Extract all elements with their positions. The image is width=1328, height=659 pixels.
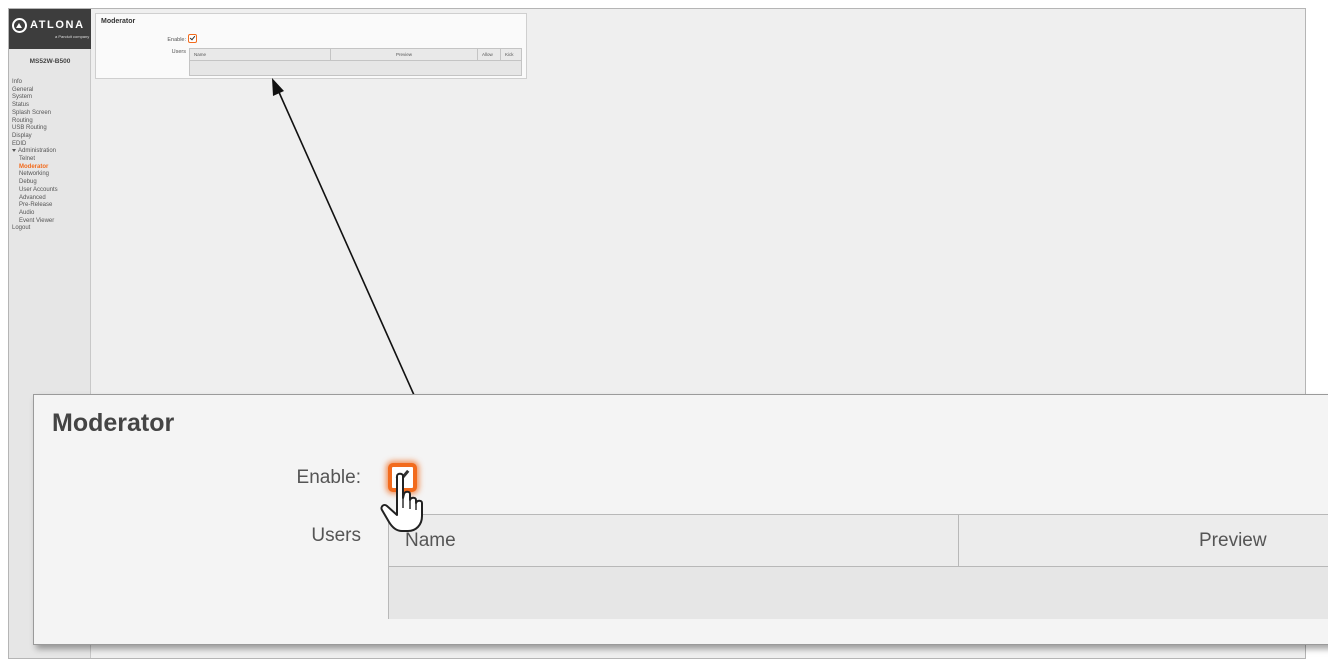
column-header-preview: Preview — [331, 49, 478, 60]
sidebar-item-general[interactable]: General — [12, 87, 58, 95]
sidebar-item-administration[interactable]: Administration — [12, 148, 58, 156]
sidebar-item-status[interactable]: Status — [12, 102, 58, 110]
users-table: Name Preview Allow Kick — [189, 48, 522, 76]
logo: ATLONA a Panduit company — [9, 9, 91, 49]
sidebar-item-advanced[interactable]: Advanced — [12, 195, 58, 203]
zoom-users-table: Name Preview — [388, 514, 1328, 619]
enable-label: Enable: — [167, 37, 186, 43]
column-header-allow: Allow — [478, 49, 501, 60]
sidebar-item-networking[interactable]: Networking — [12, 171, 58, 179]
users-table-body — [190, 61, 521, 75]
sidebar-item-edid[interactable]: EDID — [12, 141, 58, 149]
sidebar-item-debug[interactable]: Debug — [12, 179, 58, 187]
users-table-header: Name Preview Allow Kick — [190, 49, 521, 61]
sidebar-item-audio[interactable]: Audio — [12, 210, 58, 218]
sidebar-item-telnet[interactable]: Telnet — [12, 156, 58, 164]
sidebar-item-moderator[interactable]: Moderator — [12, 164, 58, 172]
logo-subtext: a Panduit company — [55, 34, 90, 39]
sidebar-nav: Info General System Status Splash Screen… — [12, 79, 58, 233]
sidebar-item-display[interactable]: Display — [12, 133, 58, 141]
panel-title: Moderator — [101, 18, 136, 25]
sidebar-item-logout[interactable]: Logout — [12, 225, 58, 233]
zoom-table-body — [389, 567, 1328, 619]
atlona-logo-icon — [12, 18, 27, 33]
zoom-table-header: Name Preview — [389, 515, 1328, 567]
users-label: Users — [171, 49, 186, 55]
sidebar-item-routing[interactable]: Routing — [12, 118, 58, 126]
moderator-panel: Moderator Enable: Users Name Preview All… — [95, 13, 527, 79]
sidebar-item-usb-routing[interactable]: USB Routing — [12, 125, 58, 133]
column-header-kick: Kick — [505, 52, 514, 57]
zoom-users-label: Users — [311, 525, 361, 546]
hand-pointer-icon — [380, 472, 423, 532]
sidebar-item-event-viewer[interactable]: Event Viewer — [12, 218, 58, 226]
zoom-callout: Moderator Enable: Users Name Preview — [33, 394, 1328, 645]
zoom-title: Moderator — [52, 409, 175, 437]
sidebar-item-system[interactable]: System — [12, 94, 58, 102]
sidebar-item-user-accounts[interactable]: User Accounts — [12, 187, 58, 195]
column-header-name: Name — [190, 49, 331, 60]
zoom-enable-label: Enable: — [296, 467, 361, 488]
sidebar-item-pre-release[interactable]: Pre-Release — [12, 202, 58, 210]
zoom-column-preview: Preview — [1199, 530, 1267, 551]
sidebar-item-label: Administration — [18, 148, 57, 155]
device-name: MS52W-B500 — [29, 58, 71, 65]
logo-text: ATLONA — [30, 19, 85, 31]
enable-checkbox[interactable] — [188, 34, 197, 43]
zoom-column-name: Name — [389, 515, 959, 566]
sidebar-item-splash-screen[interactable]: Splash Screen — [12, 110, 58, 118]
caret-down-icon — [12, 149, 16, 153]
sidebar-item-info[interactable]: Info — [12, 79, 58, 87]
